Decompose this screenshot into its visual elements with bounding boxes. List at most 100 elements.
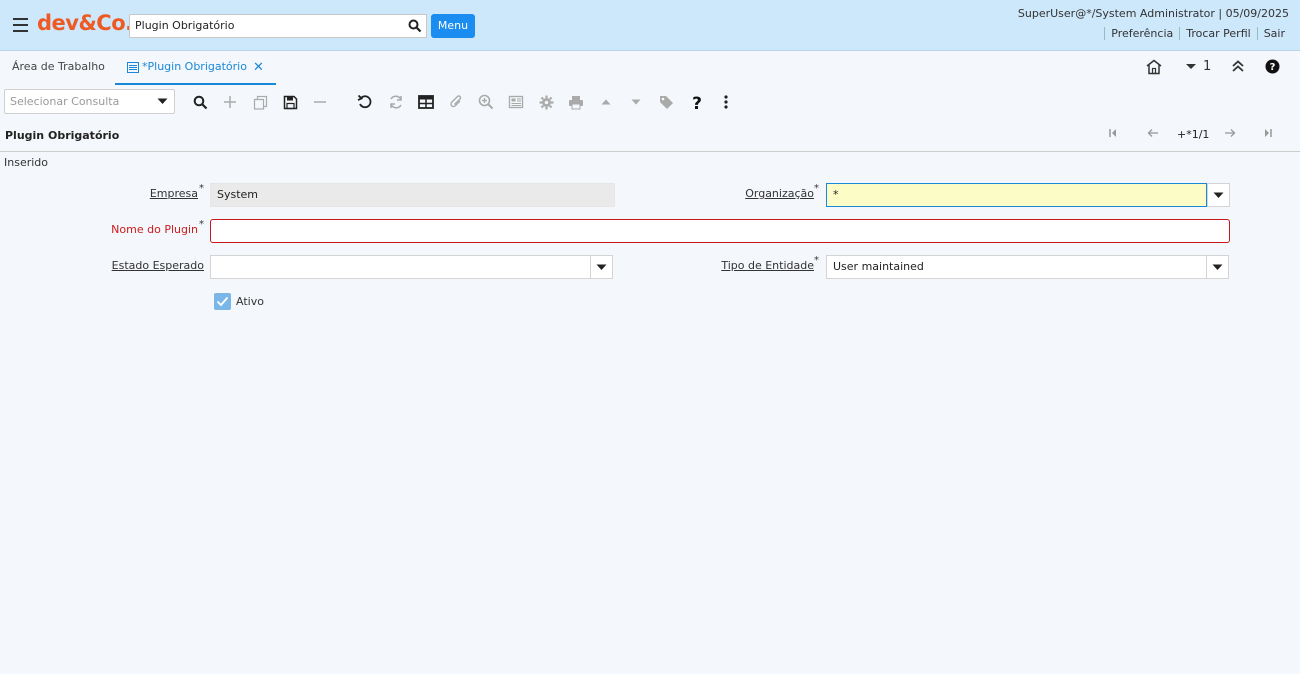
last-record-button[interactable] xyxy=(1263,128,1273,141)
organizacao-field[interactable]: * xyxy=(826,183,1207,207)
estado-esperado-field[interactable] xyxy=(210,255,591,279)
required-indicator: * xyxy=(814,183,819,194)
find-button[interactable] xyxy=(191,93,209,111)
organizacao-label: Organização xyxy=(745,187,814,200)
menu-button[interactable]: Menu xyxy=(431,14,475,38)
collapse-button[interactable] xyxy=(1231,59,1245,73)
label-button[interactable] xyxy=(657,93,675,111)
home-icon xyxy=(1146,59,1162,75)
double-chevron-up-icon xyxy=(1232,60,1244,72)
select-query-combobox[interactable]: Selecionar Consulta xyxy=(4,89,175,114)
tipo-entidade-label: Tipo de Entidade xyxy=(721,259,814,272)
select-query-placeholder: Selecionar Consulta xyxy=(10,95,120,108)
save-icon xyxy=(283,95,297,109)
tipo-entidade-field[interactable]: User maintained xyxy=(826,255,1207,279)
svg-text:?: ? xyxy=(1270,62,1276,73)
switch-role-link[interactable]: Trocar Perfil xyxy=(1179,27,1256,40)
organizacao-dropdown-button[interactable] xyxy=(1207,183,1230,207)
svg-text:?: ? xyxy=(692,94,702,111)
print-button[interactable] xyxy=(567,93,585,111)
arrow-left-icon xyxy=(1147,129,1158,137)
tipo-entidade-dropdown-button[interactable] xyxy=(1206,255,1229,279)
user-links: Preferência Trocar Perfil Sair xyxy=(1104,27,1291,40)
copy-icon xyxy=(253,95,267,110)
check-icon xyxy=(216,296,229,307)
search-icon xyxy=(193,95,207,109)
required-indicator: * xyxy=(199,183,204,194)
window-tabs: Área de Trabalho *Plugin Obrigatório ✕ 1… xyxy=(0,51,1300,87)
arrow-right-icon xyxy=(1225,129,1236,137)
ativo-checkbox[interactable] xyxy=(214,293,231,310)
new-record-button[interactable] xyxy=(221,93,239,111)
help-button[interactable]: ? xyxy=(1265,59,1280,74)
process-button[interactable] xyxy=(537,93,555,111)
save-button[interactable] xyxy=(281,93,299,111)
record-status: Inserido xyxy=(4,156,49,169)
attachment-button[interactable] xyxy=(447,93,465,111)
home-button[interactable] xyxy=(1145,59,1163,75)
logout-link[interactable]: Sair xyxy=(1256,27,1291,40)
estado-esperado-dropdown-button[interactable] xyxy=(590,255,613,279)
record-position: +*1/1 xyxy=(1177,128,1210,141)
copy-record-button[interactable] xyxy=(251,93,269,111)
tab-workspace[interactable]: Área de Trabalho xyxy=(12,60,105,73)
table-icon xyxy=(418,95,434,109)
search-icon xyxy=(408,19,422,33)
question-icon: ? xyxy=(692,94,702,111)
caret-down-icon xyxy=(596,264,607,270)
help-toolbar-button[interactable]: ? xyxy=(688,93,706,111)
required-indicator: * xyxy=(199,219,204,230)
report-button[interactable] xyxy=(507,93,525,111)
chevron-down-icon[interactable] xyxy=(150,90,174,113)
delete-button[interactable] xyxy=(311,93,329,111)
app-header: dev&Co. Plugin Obrigatório Menu SuperUse… xyxy=(0,0,1300,51)
minus-icon xyxy=(314,101,326,103)
tab-title: Plugin Obrigatório xyxy=(5,129,120,142)
empresa-label: Empresa xyxy=(149,187,198,200)
caret-down-icon xyxy=(631,99,641,105)
prev-record-nav-button[interactable] xyxy=(1147,128,1159,141)
ativo-label: Ativo xyxy=(236,295,264,308)
previous-record-button[interactable] xyxy=(597,93,615,111)
preference-link[interactable]: Preferência xyxy=(1104,27,1179,40)
app-logo: dev&Co. xyxy=(37,11,133,35)
hamburger-menu-icon[interactable] xyxy=(13,18,28,32)
form-icon xyxy=(127,62,139,73)
paperclip-icon xyxy=(450,95,462,108)
grid-toggle-button[interactable] xyxy=(417,93,435,111)
help-icon: ? xyxy=(1265,59,1280,74)
kebab-menu-icon xyxy=(724,95,728,109)
undo-button[interactable] xyxy=(356,93,374,111)
more-options-button[interactable] xyxy=(717,93,735,111)
refresh-icon xyxy=(390,95,402,109)
global-search-input[interactable]: Plugin Obrigatório xyxy=(129,14,405,38)
undo-icon xyxy=(357,94,372,109)
nome-plugin-input[interactable] xyxy=(210,219,1230,243)
first-record-button[interactable] xyxy=(1108,128,1118,141)
tab-plugin-obrigatorio[interactable]: *Plugin Obrigatório ✕ xyxy=(115,60,276,85)
skip-last-icon xyxy=(1265,129,1272,137)
zoom-across-button[interactable] xyxy=(477,93,495,111)
estado-esperado-label: Estado Esperado xyxy=(111,259,204,272)
next-record-nav-button[interactable] xyxy=(1224,128,1236,141)
next-record-button[interactable] xyxy=(627,93,645,111)
newspaper-icon xyxy=(508,95,524,109)
close-tab-icon[interactable]: ✕ xyxy=(253,60,264,75)
open-windows-dropdown[interactable]: 1 xyxy=(1185,59,1211,74)
tag-icon xyxy=(659,95,673,109)
gear-icon xyxy=(539,95,553,109)
window-toolbar: Selecionar Consulta ? xyxy=(0,87,1300,117)
search-button[interactable] xyxy=(404,14,427,38)
caret-down-icon xyxy=(1212,264,1223,270)
zoom-in-icon xyxy=(478,94,494,110)
open-windows-count: 1 xyxy=(1203,59,1212,74)
user-info: SuperUser@*/System Administrator | 05/09… xyxy=(1017,7,1289,20)
tab-label: *Plugin Obrigatório xyxy=(142,60,247,73)
caret-down-icon xyxy=(1213,192,1224,198)
caret-down-icon xyxy=(1186,63,1196,69)
skip-first-icon xyxy=(1109,129,1116,137)
refresh-button[interactable] xyxy=(387,93,405,111)
required-indicator: * xyxy=(814,255,819,266)
empresa-field: System xyxy=(210,183,615,207)
plus-icon xyxy=(224,96,236,108)
